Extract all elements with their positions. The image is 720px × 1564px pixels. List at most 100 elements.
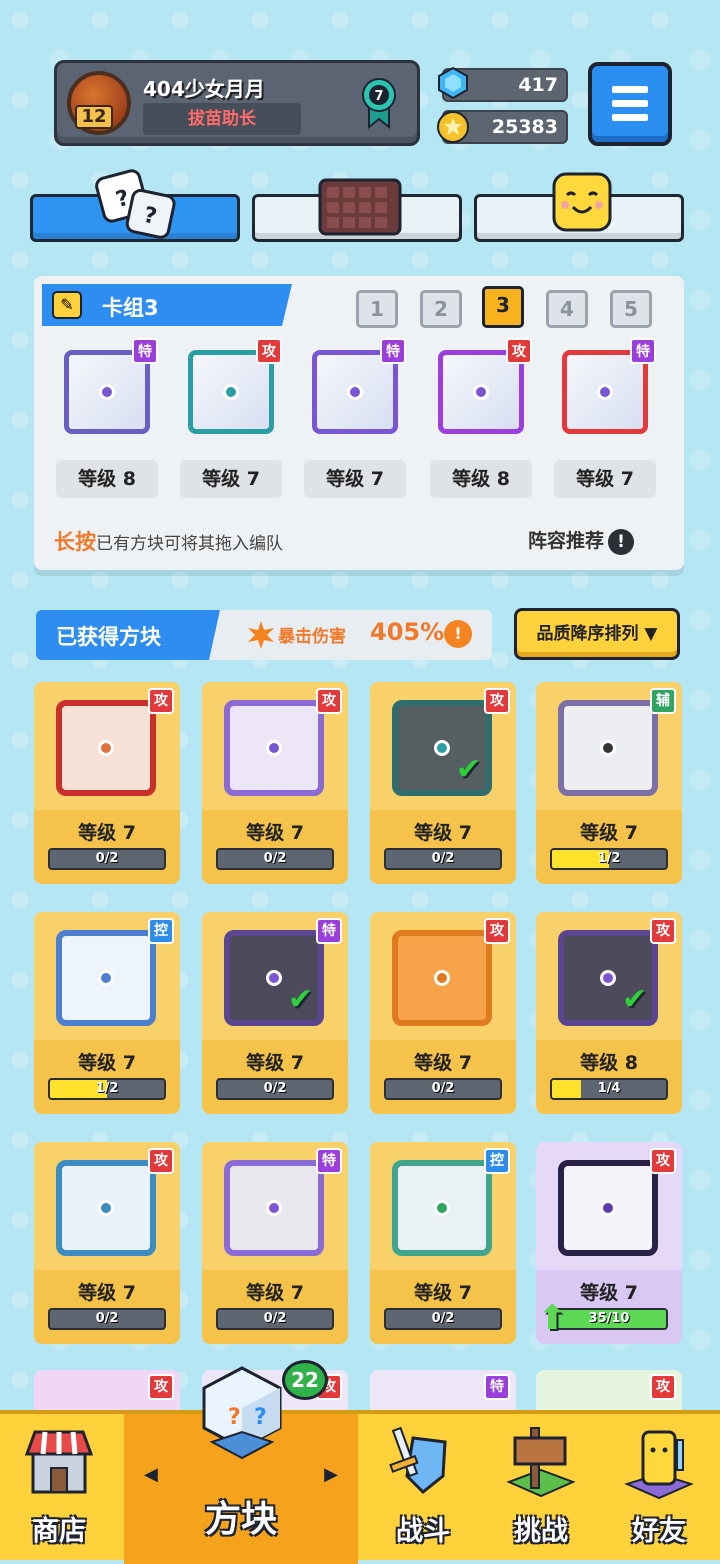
deck-slot-5[interactable]: 5 <box>610 290 652 328</box>
block-type-tag: 控 <box>484 1148 510 1174</box>
nav-shop[interactable]: 商店 <box>0 1414 118 1564</box>
nav-challenge[interactable]: 挑战 <box>482 1414 600 1564</box>
owned-block-card[interactable]: 攻 ✔ 等级 8 1/4 <box>536 912 682 1114</box>
owned-block-card[interactable]: 攻等级 7 0/2 <box>370 912 516 1114</box>
block-level: 等级 7 <box>414 822 472 844</box>
block-pip <box>266 970 282 986</box>
progress-text: 1/4 <box>597 1081 621 1096</box>
svg-text:?: ? <box>228 1405 241 1430</box>
lineup-recommend-button[interactable]: 阵容推荐! <box>528 526 635 555</box>
signboard-icon <box>506 1427 576 1498</box>
block-type-tag: 攻 <box>148 688 174 714</box>
sword-shield-icon <box>389 1426 447 1495</box>
deck-slot-2[interactable]: 2 <box>420 290 462 328</box>
block-pip <box>98 740 114 756</box>
block-type-tag: 攻 <box>256 338 282 364</box>
deck-card-level: 等级 7 <box>554 460 656 498</box>
deck-card-level: 等级 7 <box>304 460 406 498</box>
nav-friends[interactable]: 好友 <box>600 1414 718 1564</box>
shop-icon <box>24 1430 94 1494</box>
nav-battle[interactable]: 战斗 <box>364 1414 482 1564</box>
rank-ribbon-icon[interactable]: 7 <box>361 77 397 129</box>
sort-quality-dropdown[interactable]: 品质降序排列 ▼ <box>514 608 680 660</box>
block-face <box>224 700 324 796</box>
nav-blocks[interactable]: ◀ ▶ ? ? 方块 <box>124 1366 358 1564</box>
coin-icon <box>437 111 469 143</box>
progress-text: 0/2 <box>431 1081 455 1096</box>
deck-slot-1[interactable]: 1 <box>356 290 398 328</box>
deck-card[interactable]: 特 <box>304 338 406 440</box>
owned-block-card[interactable]: 攻等级 7 0/2 <box>202 682 348 884</box>
deck-card[interactable]: 攻 <box>430 338 532 440</box>
deck-card-level: 等级 7 <box>180 460 282 498</box>
tab-board[interactable] <box>252 178 462 242</box>
owned-block-card[interactable]: 控等级 7 0/2 <box>370 1142 516 1344</box>
equipped-check-icon: ✔ <box>622 982 648 1017</box>
block-level: 等级 7 <box>246 822 304 844</box>
crit-info-icon[interactable]: ! <box>444 620 472 648</box>
block-level: 等级 7 <box>78 1052 136 1074</box>
progress-text: 0/2 <box>431 851 455 866</box>
player-profile-panel[interactable]: 12 404少女月月 拔苗助长 7 <box>54 60 420 146</box>
upgrade-arrow-icon[interactable]: ⬆ <box>538 1298 567 1338</box>
block-pip <box>597 384 613 400</box>
block-progress-bar: 0/2 <box>384 1308 502 1330</box>
progress-text: 35/10 <box>588 1311 630 1326</box>
deck-slot-4[interactable]: 4 <box>546 290 588 328</box>
menu-button[interactable] <box>588 62 672 146</box>
deck-card[interactable]: 特 <box>554 338 656 440</box>
block-face <box>558 700 658 796</box>
progress-text: 0/2 <box>263 1311 287 1326</box>
block-face <box>392 1160 492 1256</box>
deck-card[interactable]: 攻 <box>180 338 282 440</box>
owned-block-card[interactable]: 攻等级 7 0/2 <box>34 1142 180 1344</box>
owned-block-card[interactable]: 攻 ✔ 等级 7 0/2 <box>370 682 516 884</box>
pencil-edit-icon[interactable]: ✎ <box>52 291 82 319</box>
block-progress-bar: 0/2 <box>48 1308 166 1330</box>
owned-block-card[interactable]: 特 ✔ 等级 7 0/2 <box>202 912 348 1114</box>
block-type-tag: 攻 <box>484 688 510 714</box>
block-level: 等级 7 <box>414 1282 472 1304</box>
owned-block-card[interactable]: 攻等级 7 0/2 <box>34 682 180 884</box>
deck-slot-3[interactable]: 3 <box>482 286 524 328</box>
block-type-tag: 攻 <box>316 688 342 714</box>
tab-emote[interactable] <box>474 172 684 242</box>
block-pip <box>600 970 616 986</box>
block-progress-bar: 1/2 <box>550 848 668 870</box>
block-pip <box>600 1200 616 1216</box>
dice-icon: ? ? <box>95 169 176 239</box>
block-pip <box>266 740 282 756</box>
nav-challenge-label: 挑战 <box>514 1516 568 1547</box>
block-type-tag: 特 <box>316 1148 342 1174</box>
equipped-check-icon: ✔ <box>288 982 314 1017</box>
owned-block-card[interactable]: 攻等级 7 35/10 ⬆ <box>536 1142 682 1344</box>
chevron-right-icon: ▶ <box>324 1464 338 1485</box>
block-pip <box>99 384 115 400</box>
block-level: 等级 7 <box>246 1052 304 1074</box>
block-pip <box>223 384 239 400</box>
block-level: 等级 7 <box>78 1282 136 1304</box>
menu-icon <box>612 86 648 93</box>
block-pip <box>434 740 450 756</box>
block-type-tag: 特 <box>484 1374 510 1400</box>
deck-card[interactable]: 特 <box>56 338 158 440</box>
block-type-tag: 特 <box>380 338 406 364</box>
friend-character-icon <box>624 1430 694 1500</box>
owned-block-card[interactable]: 辅等级 7 1/2 <box>536 682 682 884</box>
block-type-tag: 攻 <box>650 918 676 944</box>
owned-block-card[interactable]: 控等级 7 1/2 <box>34 912 180 1114</box>
block-type-tag: 攻 <box>148 1148 174 1174</box>
tab-dice[interactable]: ? ? <box>30 169 240 242</box>
block-pip <box>473 384 489 400</box>
player-title: 拔苗助长 <box>143 103 301 135</box>
block-progress-bar: 0/2 <box>384 848 502 870</box>
avatar[interactable]: 12 <box>67 71 131 135</box>
owned-block-card[interactable]: 特等级 7 0/2 <box>202 1142 348 1344</box>
block-type-tag: 攻 <box>650 1374 676 1400</box>
player-name: 404少女月月 <box>143 77 265 101</box>
block-progress-bar: 35/10 <box>550 1308 668 1330</box>
block-pip <box>98 1200 114 1216</box>
deck-hint-text: 已有方块可将其拖入编队 <box>96 534 283 554</box>
block-type-tag: 攻 <box>484 918 510 944</box>
progress-text: 0/2 <box>431 1311 455 1326</box>
